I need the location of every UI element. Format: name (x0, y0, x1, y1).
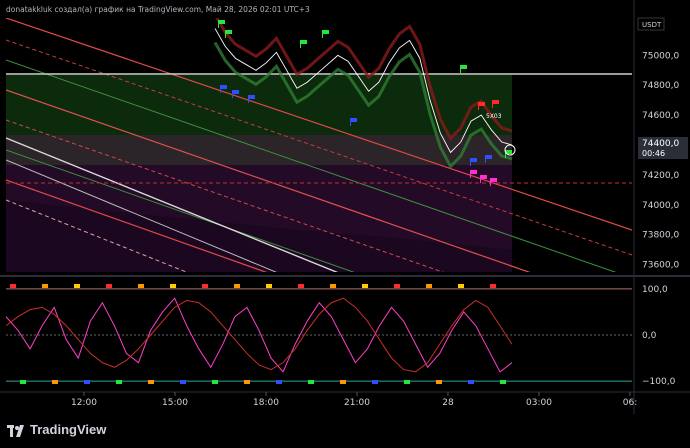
osc-bottom-flag (52, 380, 58, 384)
flag-cloth (471, 170, 477, 174)
flag-pole (232, 90, 233, 98)
osc-bottom-flag (212, 380, 218, 384)
gray-zone (6, 135, 512, 165)
chart-frame: 5X03 USDT 75000,0 74800,0 74600,0 74200,0 7400… (0, 0, 690, 448)
osc-top-flag (234, 284, 240, 288)
flag-pole (220, 85, 221, 93)
time-tick-label: 06: (623, 398, 637, 408)
osc-top-flag (394, 284, 400, 288)
flag-cloth (323, 30, 329, 34)
time-tick-label: 28 (442, 398, 454, 408)
flag-pole (470, 158, 471, 166)
flag-pole (470, 170, 471, 178)
osc-bottom-flag (180, 380, 186, 384)
flag-cloth (249, 95, 255, 99)
flag-cloth (486, 155, 492, 159)
flag-cloth (491, 178, 497, 182)
price-tick-label: 74200,0 (642, 171, 679, 181)
flag-pole (300, 40, 301, 48)
flag-pole (225, 30, 226, 38)
osc-bottom-flag (244, 380, 250, 384)
flag-pole (322, 30, 323, 38)
flag-cloth (481, 175, 487, 179)
osc-bottom-flag (20, 380, 26, 384)
osc-bottom-flag (84, 380, 90, 384)
price-tick-label: 73600,0 (642, 261, 679, 271)
osc-bottom-flag (500, 380, 506, 384)
osc-bottom-flag (372, 380, 378, 384)
price-tick-label: 74800,0 (642, 81, 679, 91)
osc-top-flag (330, 284, 336, 288)
buy-flag (322, 30, 329, 38)
flag-cloth (479, 102, 485, 106)
time-tick-label: 18:00 (253, 398, 279, 408)
currency-label: USDT (642, 21, 662, 29)
flag-cloth (301, 40, 307, 44)
flag-cloth (226, 30, 232, 34)
oscillator-tick-label: 0,0 (642, 331, 657, 341)
osc-top-flag (138, 284, 144, 288)
price-tick-label: 74000,0 (642, 201, 679, 211)
flag-pole (485, 155, 486, 163)
osc-top-flag (266, 284, 272, 288)
osc-bottom-flag (116, 380, 122, 384)
tradingview-logo[interactable]: TradingView (7, 422, 106, 437)
flag-pole (490, 178, 491, 186)
flag-pole (248, 95, 249, 103)
price-tick-label: 73800,0 (642, 231, 679, 241)
footer-bar: TradingView (0, 414, 690, 448)
tradingview-logo-icon (7, 424, 25, 437)
osc-top-flag (298, 284, 304, 288)
osc-top-flag (10, 284, 16, 288)
price-tick-label: 75000,0 (642, 51, 679, 61)
marker-label: 5X03 (486, 113, 502, 120)
osc-top-flag (458, 284, 464, 288)
osc-bottom-flag (468, 380, 474, 384)
flag-pole (460, 65, 461, 73)
osc-top-flag (426, 284, 432, 288)
osc-bottom-flag (148, 380, 154, 384)
flag-cloth (221, 85, 227, 89)
time-tick-label: 03:00 (526, 398, 552, 408)
flag-cloth (233, 90, 239, 94)
chart-canvas[interactable]: 5X03 USDT 75000,0 74800,0 74600,0 74200,0 7400… (0, 0, 690, 414)
flag-cloth (471, 158, 477, 162)
osc-top-flag (490, 284, 496, 288)
osc-bottom-flag (276, 380, 282, 384)
osc-top-flag (202, 284, 208, 288)
flag-cloth (493, 100, 499, 104)
flag-pole (478, 102, 479, 110)
price-tick-label: 74600,0 (642, 111, 679, 121)
osc-top-flag (170, 284, 176, 288)
osc-top-flag (106, 284, 112, 288)
oscillator-tick-label: 100,0 (642, 285, 668, 295)
flag-pole (350, 118, 351, 126)
osc-top-flag (74, 284, 80, 288)
buy-flag (300, 40, 307, 48)
flag-cloth (219, 20, 225, 24)
flag-cloth (461, 65, 467, 69)
osc-bottom-flag (340, 380, 346, 384)
current-price-label: 74400,0 (642, 139, 679, 149)
osc-bottom-flag (436, 380, 442, 384)
oscillator-tick-label: −100,0 (642, 377, 676, 387)
time-tick-label: 21:00 (344, 398, 370, 408)
osc-top-flag (362, 284, 368, 288)
countdown-label: 00:46 (642, 149, 665, 158)
flag-pole (492, 100, 493, 108)
tradingview-brand: TradingView (30, 422, 107, 437)
flag-cloth (351, 118, 357, 122)
osc-bottom-flag (404, 380, 410, 384)
flag-pole (218, 20, 219, 28)
time-tick-label: 15:00 (162, 398, 188, 408)
osc-top-flag (42, 284, 48, 288)
chart-header-title: donatakkluk создал(а) график на TradingV… (6, 5, 310, 14)
osc-bottom-flag (308, 380, 314, 384)
buy-flag (460, 65, 467, 73)
time-tick-label: 12:00 (71, 398, 97, 408)
flag-pole (480, 175, 481, 183)
